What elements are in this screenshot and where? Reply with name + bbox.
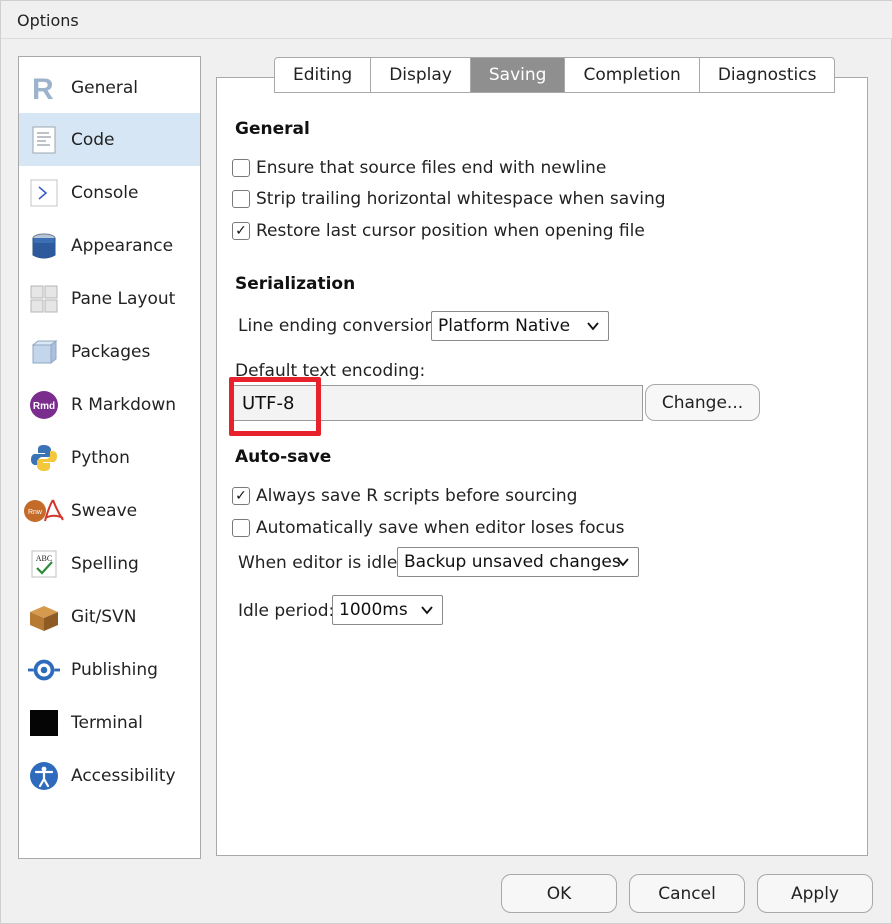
restore-cursor-label: Restore last cursor position when openin…	[256, 221, 645, 241]
auto-save-focus-row[interactable]: Automatically save when editor loses foc…	[232, 517, 625, 539]
sidebar-item-accessibility[interactable]: Accessibility	[19, 749, 200, 802]
window-title: Options	[17, 11, 79, 30]
sidebar-item-label: Pane Layout	[71, 288, 176, 309]
svg-text:ABC: ABC	[36, 554, 52, 563]
strip-whitespace-label: Strip trailing horizontal whitespace whe…	[256, 189, 666, 209]
tab-completion[interactable]: Completion	[565, 57, 700, 93]
autosave-section-title: Auto-save	[235, 447, 332, 467]
encoding-value: UTF-8	[242, 392, 295, 414]
sidebar: R General Code Console Appearance Pane L…	[18, 56, 201, 859]
always-save-checkbox[interactable]: ✓	[232, 487, 250, 505]
idle-action-value: Backup unsaved changes	[404, 552, 621, 572]
ensure-newline-checkbox[interactable]	[232, 159, 250, 177]
line-ending-label: Line ending conversion:	[238, 316, 442, 336]
strip-whitespace-checkbox[interactable]	[232, 190, 250, 208]
sidebar-item-spelling[interactable]: ABC Spelling	[19, 537, 200, 590]
sidebar-item-label: Console	[71, 182, 139, 203]
r-logo-icon: R	[28, 72, 60, 104]
title-bar: Options	[1, 1, 892, 39]
sidebar-item-publishing[interactable]: Publishing	[19, 643, 200, 696]
sidebar-item-python[interactable]: Python	[19, 431, 200, 484]
terminal-icon	[28, 707, 60, 739]
cancel-button[interactable]: Cancel	[629, 874, 745, 913]
code-document-icon	[28, 124, 60, 156]
always-save-label: Always save R scripts before sourcing	[256, 486, 578, 506]
sidebar-item-label: Code	[71, 129, 115, 150]
python-icon	[28, 442, 60, 474]
change-encoding-button[interactable]: Change...	[645, 384, 760, 421]
idle-period-select[interactable]: 1000ms	[332, 595, 443, 625]
sidebar-item-label: Terminal	[71, 712, 143, 733]
options-dialog: Options R General Code Console Appearanc	[0, 0, 892, 924]
tab-editing[interactable]: Editing	[274, 57, 372, 93]
chevron-down-icon	[587, 322, 599, 331]
sidebar-item-label: Accessibility	[71, 765, 176, 786]
svg-text:Rmd: Rmd	[33, 401, 55, 412]
general-section-title: General	[235, 119, 310, 139]
ok-button[interactable]: OK	[501, 874, 617, 913]
sidebar-item-label: Sweave	[71, 500, 138, 521]
accessibility-icon	[28, 760, 60, 792]
package-box-icon	[28, 336, 60, 368]
sidebar-item-label: Packages	[71, 341, 151, 362]
chevron-down-icon	[421, 606, 433, 615]
ensure-newline-row[interactable]: Ensure that source files end with newlin…	[232, 157, 606, 179]
tab-saving[interactable]: Saving	[470, 57, 566, 93]
sidebar-item-label: Publishing	[71, 659, 158, 680]
sidebar-item-label: General	[71, 77, 138, 98]
sidebar-item-label: R Markdown	[71, 394, 177, 415]
chevron-down-icon	[617, 558, 629, 567]
encoding-field[interactable]: UTF-8	[232, 385, 643, 421]
auto-save-focus-label: Automatically save when editor loses foc…	[256, 518, 625, 538]
sidebar-item-code[interactable]: Code	[19, 113, 200, 166]
serialization-section-title: Serialization	[235, 274, 356, 294]
sidebar-item-git-svn[interactable]: Git/SVN	[19, 590, 200, 643]
apply-button[interactable]: Apply	[757, 874, 873, 913]
sweave-pdf-icon: Rnw	[23, 495, 65, 527]
sidebar-item-appearance[interactable]: Appearance	[19, 219, 200, 272]
sidebar-item-label: Spelling	[71, 553, 139, 574]
restore-cursor-checkbox[interactable]: ✓	[232, 222, 250, 240]
strip-whitespace-row[interactable]: Strip trailing horizontal whitespace whe…	[232, 188, 666, 210]
ensure-newline-label: Ensure that source files end with newlin…	[256, 158, 607, 178]
publishing-icon	[28, 654, 60, 686]
pane-grid-icon	[28, 283, 60, 315]
sidebar-item-console[interactable]: Console	[19, 166, 200, 219]
sidebar-item-pane-layout[interactable]: Pane Layout	[19, 272, 200, 325]
sidebar-item-terminal[interactable]: Terminal	[19, 696, 200, 749]
encoding-label: Default text encoding:	[235, 361, 426, 381]
spelling-check-icon: ABC	[28, 548, 60, 580]
svg-text:Rnw: Rnw	[28, 509, 43, 516]
sidebar-item-label: Appearance	[71, 235, 174, 256]
idle-action-label: When editor is idle:	[238, 553, 404, 573]
sidebar-item-r-markdown[interactable]: Rmd R Markdown	[19, 378, 200, 431]
tab-diagnostics[interactable]: Diagnostics	[699, 57, 836, 93]
line-ending-select[interactable]: Platform Native	[431, 311, 609, 341]
sidebar-item-packages[interactable]: Packages	[19, 325, 200, 378]
auto-save-focus-checkbox[interactable]	[232, 519, 250, 537]
git-box-icon	[28, 601, 60, 633]
sidebar-item-label: Git/SVN	[71, 606, 137, 627]
restore-cursor-row[interactable]: ✓ Restore last cursor position when open…	[232, 220, 645, 242]
console-prompt-icon	[28, 177, 60, 209]
line-ending-value: Platform Native	[438, 316, 571, 336]
sidebar-item-general[interactable]: R General	[19, 61, 200, 114]
rmd-icon: Rmd	[28, 389, 60, 421]
paint-bucket-icon	[28, 230, 60, 262]
sidebar-item-label: Python	[71, 447, 130, 468]
svg-text:R: R	[32, 73, 54, 103]
always-save-row[interactable]: ✓ Always save R scripts before sourcing	[232, 485, 577, 507]
tab-display[interactable]: Display	[371, 57, 471, 93]
idle-action-select[interactable]: Backup unsaved changes	[397, 547, 639, 577]
sidebar-item-sweave[interactable]: Rnw Sweave	[19, 484, 200, 537]
idle-period-label: Idle period:	[238, 601, 335, 621]
idle-period-value: 1000ms	[339, 600, 408, 620]
tab-bar: Editing Display Saving Completion Diagno…	[274, 57, 836, 93]
